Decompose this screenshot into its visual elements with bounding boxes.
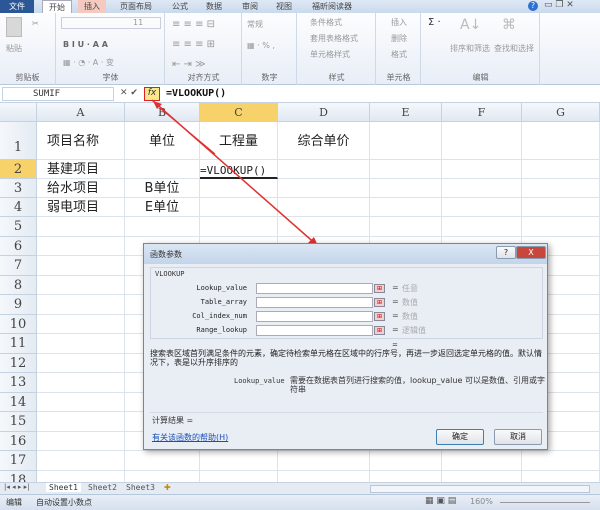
arg-input[interactable] <box>256 325 373 336</box>
sheet-tab-bar: |◂ ◂ ▸ ▸| Sheet1 Sheet2 Sheet3 ✚ <box>0 482 600 494</box>
status-bar: 编辑 自动设置小数点 ▦ ▣ ▤ 160% <box>0 494 600 510</box>
arg-equals: = <box>392 297 399 306</box>
arg-help-text: 需要在数据表首列进行搜索的值，lookup_value 可以是数值、引用或字符串 <box>290 376 545 394</box>
collapse-dialog-icon[interactable]: ⊞ <box>374 284 385 293</box>
arg-input[interactable] <box>256 311 373 322</box>
zoom-level[interactable]: 160% <box>470 497 493 506</box>
arrow-line <box>159 107 216 155</box>
arg-input[interactable] <box>256 297 373 308</box>
dialog-title: 函数参数 <box>150 250 182 259</box>
ok-button[interactable]: 确定 <box>436 429 484 445</box>
formula-result: 计算结果 = <box>152 416 194 425</box>
arg-label: Col_index_num <box>192 312 247 320</box>
sheet-tab-sheet1[interactable]: Sheet1 <box>46 483 81 492</box>
sheet-tab-sheet2[interactable]: Sheet2 <box>88 483 117 492</box>
close-button[interactable]: X <box>516 246 546 259</box>
divider <box>150 412 543 413</box>
arg-label: Table_array <box>200 298 247 306</box>
arg-equals: = <box>392 311 399 320</box>
collapse-dialog-icon[interactable]: ⊞ <box>374 326 385 335</box>
arg-equals: = <box>392 325 399 334</box>
help-link[interactable]: 有关该函数的帮助(H) <box>152 432 228 443</box>
status-mode: 编辑 <box>6 498 22 507</box>
arg-equals: = <box>392 283 399 292</box>
arg-input[interactable] <box>256 283 373 294</box>
function-name: VLOOKUP <box>155 270 185 278</box>
arg-result: 数值 <box>402 312 418 321</box>
arg-result: 逻辑值 <box>402 326 426 335</box>
arg-result: 任意 <box>402 284 418 293</box>
view-mode-icons[interactable]: ▦ ▣ ▤ <box>425 496 456 506</box>
arg-result: 数值 <box>402 298 418 307</box>
result-equals: = <box>392 341 398 349</box>
horizontal-scrollbar[interactable] <box>370 485 590 493</box>
arg-help-name: Lookup_value <box>234 377 285 385</box>
arg-label: Range_lookup <box>196 326 247 334</box>
status-auto-decimal: 自动设置小数点 <box>36 498 92 507</box>
arg-label: Lookup_value <box>196 284 247 292</box>
help-button[interactable]: ? <box>496 246 516 259</box>
sheet-tab-sheet3[interactable]: Sheet3 <box>126 483 155 492</box>
cancel-button[interactable]: 取消 <box>494 429 542 445</box>
function-arguments-dialog: 函数参数 ? X VLOOKUP = 搜索表区域首列满足条件的元素，确定待检索单… <box>143 243 548 450</box>
collapse-dialog-icon[interactable]: ⊞ <box>374 298 385 307</box>
zoom-slider[interactable] <box>500 502 590 503</box>
insert-sheet-icon[interactable]: ✚ <box>164 483 171 492</box>
function-description: 搜索表区域首列满足条件的元素，确定待检索单元格在区域中的行序号，再进一步返回选定… <box>150 349 542 367</box>
dialog-titlebar: 函数参数 ? X <box>144 244 547 264</box>
sheet-nav-icons[interactable]: |◂ ◂ ▸ ▸| <box>4 483 29 491</box>
collapse-dialog-icon[interactable]: ⊞ <box>374 312 385 321</box>
